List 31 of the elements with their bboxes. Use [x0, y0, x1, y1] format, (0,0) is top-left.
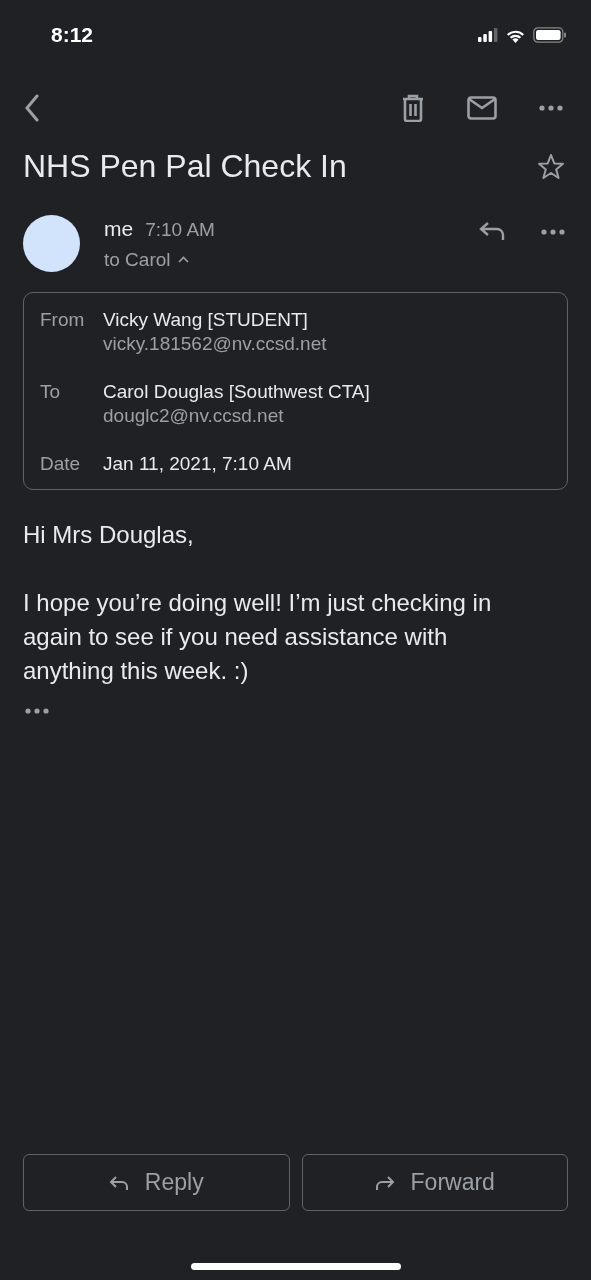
- detail-value: Carol Douglas [Southwest CTA]: [103, 381, 370, 403]
- battery-icon: [533, 27, 567, 43]
- detail-value: Jan 11, 2021, 7:10 AM: [103, 453, 292, 475]
- mail-icon[interactable]: [467, 96, 497, 120]
- back-icon[interactable]: [24, 94, 40, 122]
- body-paragraph: Hi Mrs Douglas,: [23, 520, 195, 550]
- email-subject: NHS Pen Pal Check In: [23, 148, 347, 185]
- detail-value: Vicky Wang [STUDENT]: [103, 309, 309, 331]
- avatar: [23, 215, 80, 272]
- email-address: vicky.181562@nv.ccsd.net: [103, 333, 327, 355]
- caret-icon[interactable]: [177, 256, 189, 263]
- body-paragraph: I hope you’re doing well! I’m just checking in again to see if you need assistance with anything this week. :): [23, 588, 493, 686]
- reply-icon[interactable]: [479, 221, 505, 241]
- more-icon[interactable]: [541, 229, 565, 235]
- star-icon[interactable]: [537, 152, 565, 181]
- status-time: 8:12: [51, 23, 94, 47]
- sent-time: 7:10 AM: [145, 218, 215, 241]
- detail-label: Date: [40, 453, 82, 475]
- email-address: douglc2@nv.ccsd.net: [103, 405, 285, 427]
- sender-name: me: [104, 216, 134, 241]
- reply-icon: [108, 1174, 129, 1191]
- trimmed-content-icon[interactable]: [25, 708, 49, 714]
- detail-label: To: [40, 381, 62, 404]
- reply-button[interactable]: Reply: [23, 1154, 290, 1211]
- forward-button[interactable]: Forward: [301, 1154, 568, 1211]
- recipients-toggle[interactable]: to Carol: [104, 248, 171, 271]
- more-icon[interactable]: [539, 105, 563, 111]
- signal-icon: [478, 28, 498, 42]
- forward-icon: [374, 1174, 395, 1191]
- trash-icon[interactable]: [401, 94, 425, 122]
- detail-label: From: [40, 309, 86, 332]
